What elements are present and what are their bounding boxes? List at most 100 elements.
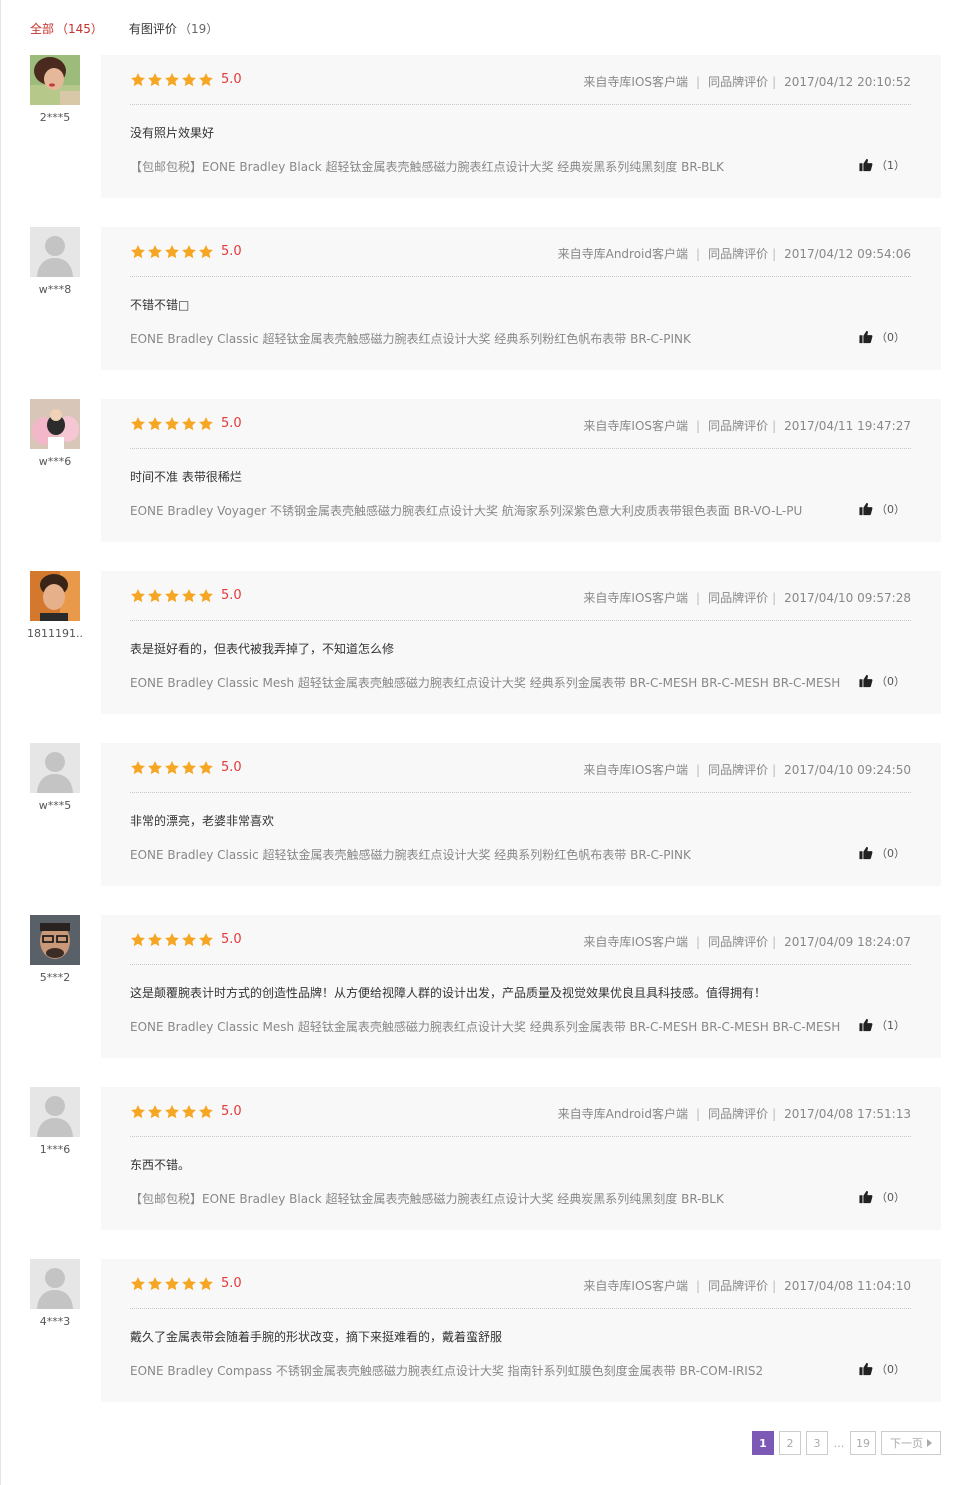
page-last-button[interactable]: 19	[850, 1431, 876, 1455]
product-link[interactable]: EONE Bradley Compass 不锈钢金属表壳触感磁力腕表红点设计大奖…	[130, 1362, 763, 1379]
like-button[interactable]: （0）	[859, 673, 905, 689]
reviewer-username: 1***6	[39, 1143, 71, 1156]
avatar[interactable]	[30, 571, 80, 621]
review-meta: 来自寺库IOS客户端 | 同品牌评价 | 2017/04/09 18:24:07	[583, 933, 911, 950]
page-3-button[interactable]: 3	[806, 1431, 828, 1455]
avatar[interactable]	[30, 1259, 80, 1309]
like-button[interactable]: （0）	[859, 1189, 905, 1205]
reviewer: 5***2	[30, 915, 82, 984]
star-icon	[147, 416, 163, 432]
star-icon	[147, 1104, 163, 1120]
page-2-button[interactable]: 2	[779, 1431, 801, 1455]
like-button[interactable]: （0）	[859, 329, 905, 345]
product-link[interactable]: 【包邮包税】EONE Bradley Black 超轻钛金属表壳触感磁力腕表红点…	[130, 1190, 724, 1207]
dotted-divider	[130, 1136, 911, 1137]
star-icon	[164, 416, 180, 432]
like-button[interactable]: （1）	[859, 1017, 905, 1033]
thumbs-up-icon	[859, 1190, 873, 1204]
meta-divider: |	[696, 934, 701, 949]
avatar[interactable]	[30, 227, 80, 277]
meta-divider: |	[772, 1278, 777, 1293]
avatar[interactable]	[30, 743, 80, 793]
avatar[interactable]	[30, 1087, 80, 1137]
review-datetime: 2017/04/08 17:51:13	[784, 1106, 911, 1121]
rating-score: 5.0	[221, 72, 242, 87]
page-1-button[interactable]: 1	[752, 1431, 774, 1455]
product-link[interactable]: EONE Bradley Classic 超轻钛金属表壳触感磁力腕表红点设计大奖…	[130, 330, 691, 347]
next-page-button[interactable]: 下一页	[881, 1431, 941, 1455]
meta-divider: |	[772, 74, 777, 89]
meta-divider: |	[772, 762, 777, 777]
review-card: 5.0 来自寺库IOS客户端 | 同品牌评价 | 2017/04/10 09:24:50 非…	[101, 743, 941, 886]
star-icon	[164, 72, 180, 88]
star-icon	[198, 416, 214, 432]
same-brand-review-link[interactable]: 同品牌评价	[708, 417, 768, 434]
like-count: （0）	[876, 847, 905, 860]
review-item: w***8 5.0 来自寺库Android客户端 | 同品牌评价 | 2017/04/12 …	[0, 227, 970, 370]
dotted-divider	[130, 964, 911, 965]
dotted-divider	[130, 276, 911, 277]
meta-divider: |	[772, 1106, 777, 1121]
same-brand-review-link[interactable]: 同品牌评价	[708, 73, 768, 90]
like-count: （0）	[876, 1191, 905, 1204]
avatar[interactable]	[30, 399, 80, 449]
star-icon	[147, 244, 163, 260]
like-button[interactable]: （0）	[859, 1361, 905, 1377]
star-icon	[164, 760, 180, 776]
reviewer-username: w***8	[38, 283, 72, 296]
review-item: 1811191... 5.0 来自寺库IOS客户端 | 同品牌评价 | 2017/04/10…	[0, 571, 970, 714]
same-brand-review-link[interactable]: 同品牌评价	[708, 589, 768, 606]
product-link[interactable]: EONE Bradley Classic Mesh 超轻钛金属表壳触感磁力腕表红…	[130, 1018, 840, 1035]
like-count: （1）	[876, 1019, 905, 1032]
review-comment: 时间不准 表带很稀烂	[130, 470, 242, 484]
reviewer: 1***6	[30, 1087, 82, 1156]
meta-divider: |	[772, 934, 777, 949]
tab-all[interactable]: 全部 （145）	[30, 20, 103, 37]
like-button[interactable]: （0）	[859, 501, 905, 517]
product-link[interactable]: 【包邮包税】EONE Bradley Black 超轻钛金属表壳触感磁力腕表红点…	[130, 158, 724, 175]
pagination: 1 2 3 ... 19 下一页	[747, 1431, 941, 1455]
meta-divider: |	[696, 590, 701, 605]
review-source: 来自寺库IOS客户端	[583, 75, 689, 89]
avatar[interactable]	[30, 915, 80, 965]
same-brand-review-link[interactable]: 同品牌评价	[708, 245, 768, 262]
star-icon	[164, 588, 180, 604]
like-button[interactable]: （1）	[859, 157, 905, 173]
product-link[interactable]: EONE Bradley Classic 超轻钛金属表壳触感磁力腕表红点设计大奖…	[130, 846, 691, 863]
meta-divider: |	[772, 590, 777, 605]
like-count: （0）	[876, 1363, 905, 1376]
star-icon	[181, 588, 197, 604]
dotted-divider	[130, 104, 911, 105]
avatar[interactable]	[30, 55, 80, 105]
reviewer: w***5	[30, 743, 82, 812]
product-link[interactable]: EONE Bradley Voyager 不锈钢金属表壳触感磁力腕表红点设计大奖…	[130, 502, 802, 519]
star-icon	[130, 416, 146, 432]
review-meta: 来自寺库IOS客户端 | 同品牌评价 | 2017/04/10 09:24:50	[583, 761, 911, 778]
product-link[interactable]: EONE Bradley Classic Mesh 超轻钛金属表壳触感磁力腕表红…	[130, 674, 840, 691]
same-brand-review-link[interactable]: 同品牌评价	[708, 761, 768, 778]
pagination-ellipsis: ...	[833, 1436, 845, 1450]
star-icon	[181, 932, 197, 948]
review-source: 来自寺库IOS客户端	[583, 419, 689, 433]
same-brand-review-link[interactable]: 同品牌评价	[708, 933, 768, 950]
star-icon	[181, 1276, 197, 1292]
meta-divider: |	[772, 418, 777, 433]
review-source: 来自寺库Android客户端	[557, 247, 689, 261]
star-icon	[164, 244, 180, 260]
review-datetime: 2017/04/12 20:10:52	[784, 74, 911, 89]
star-icon	[147, 588, 163, 604]
review-card: 5.0 来自寺库Android客户端 | 同品牌评价 | 2017/04/08 17:51…	[101, 1087, 941, 1230]
rating-score: 5.0	[221, 244, 242, 259]
star-icon	[181, 760, 197, 776]
meta-divider: |	[696, 418, 701, 433]
tab-with-photos[interactable]: 有图评价 （19）	[129, 20, 218, 37]
star-icon	[198, 72, 214, 88]
same-brand-review-link[interactable]: 同品牌评价	[708, 1277, 768, 1294]
like-count: （0）	[876, 675, 905, 688]
tab-with-photos-label: 有图评价	[128, 21, 177, 36]
review-card: 5.0 来自寺库IOS客户端 | 同品牌评价 | 2017/04/09 18:24:07 这…	[101, 915, 941, 1058]
review-datetime: 2017/04/10 09:57:28	[784, 590, 911, 605]
star-icon	[164, 932, 180, 948]
like-button[interactable]: （0）	[859, 845, 905, 861]
same-brand-review-link[interactable]: 同品牌评价	[708, 1105, 768, 1122]
